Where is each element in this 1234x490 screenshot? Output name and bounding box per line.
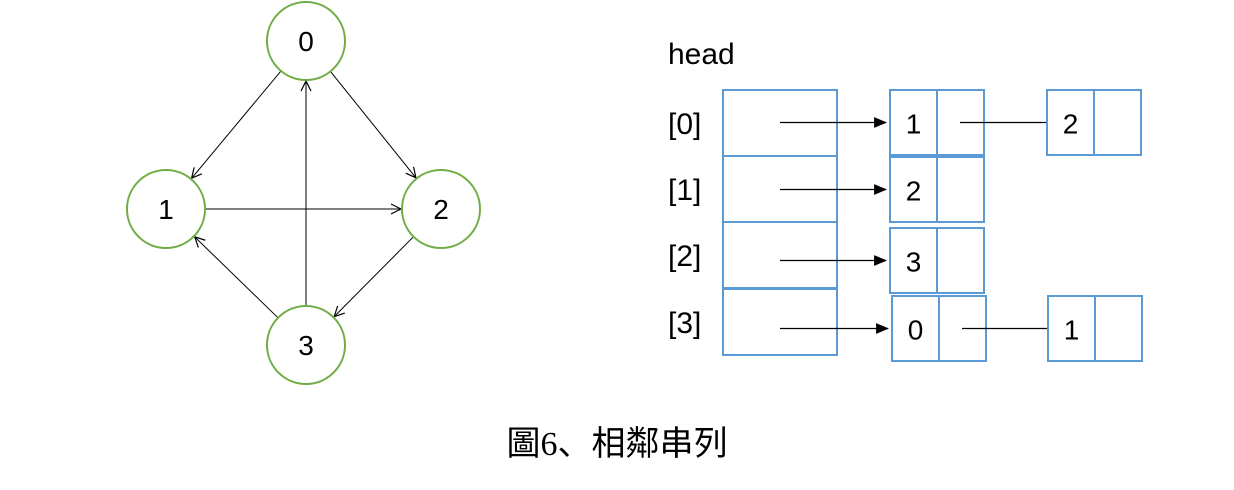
graph-node-2: 2 (401, 169, 481, 249)
list-node-value: 2 (906, 176, 922, 207)
adjacency-row-3: [3] 0 1 (668, 288, 1143, 362)
adjacency-row-0: [0] 1 2 (668, 89, 1142, 157)
head-label: head (668, 38, 735, 71)
link-cell (1093, 89, 1142, 156)
edge-0-to-2 (330, 71, 416, 177)
link-cell (936, 227, 985, 294)
edge-2-to-3 (334, 236, 414, 317)
diagram-canvas: 0 1 2 3 head [0] 1 2 [1] 2 [2] 3 [3] 0 1 圖6、相鄰串列 (126, 1, 1143, 463)
graph-node-1: 1 (126, 169, 206, 249)
link-cell (1094, 295, 1143, 362)
graph-node-3: 3 (266, 305, 346, 385)
edge-0-to-1 (192, 70, 282, 178)
list-node: 1 (1047, 295, 1143, 362)
graph-nodes: 0 1 2 3 (126, 1, 481, 385)
list-node-value: 1 (1064, 315, 1080, 346)
list-node-value: 2 (1063, 109, 1079, 140)
node-label: 0 (298, 26, 314, 57)
head-pointer-cell (722, 221, 838, 289)
index-label: [0] (668, 108, 701, 141)
graph-edges (192, 70, 416, 319)
graph-node-0: 0 (266, 1, 346, 81)
list-node: 2 (1046, 89, 1142, 156)
list-node: 2 (889, 156, 985, 223)
list-node-value: 0 (908, 315, 924, 346)
figure-caption: 圖6、相鄰串列 (507, 425, 728, 463)
node-label: 3 (298, 330, 314, 361)
link-cell (936, 156, 985, 223)
adjacency-row-2: [2] 3 (668, 221, 985, 294)
adjacency-row-1: [1] 2 (668, 155, 985, 223)
edge-3-to-1 (195, 237, 279, 319)
list-node-value: 1 (906, 109, 922, 140)
index-label: [3] (668, 307, 701, 340)
list-node-value: 3 (906, 247, 922, 278)
node-label: 2 (433, 194, 449, 225)
node-label: 1 (158, 194, 174, 225)
index-label: [2] (668, 240, 701, 273)
index-label: [1] (668, 174, 701, 207)
head-pointer-cell (722, 288, 838, 356)
adjacency-list: [0] 1 2 [1] 2 [2] 3 [3] 0 1 (668, 89, 1143, 362)
list-node: 3 (889, 227, 985, 294)
